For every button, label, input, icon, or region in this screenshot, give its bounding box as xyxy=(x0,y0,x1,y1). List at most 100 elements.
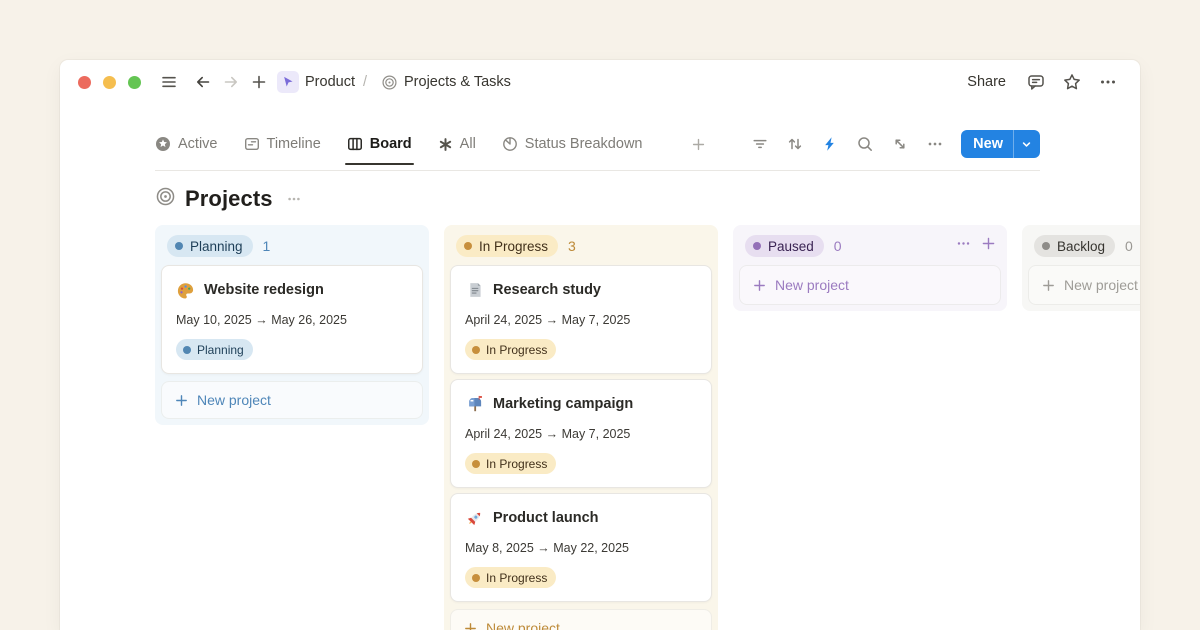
more-options-icon[interactable] xyxy=(1094,68,1122,96)
new-project-button[interactable]: New project xyxy=(161,381,423,419)
column-add-icon[interactable] xyxy=(980,235,997,257)
workspace-icon[interactable] xyxy=(277,71,299,93)
new-button[interactable]: New xyxy=(961,130,1040,158)
card-title: Marketing campaign xyxy=(493,396,633,412)
new-project-button[interactable]: New project xyxy=(1028,265,1140,305)
tab-board[interactable]: Board xyxy=(347,136,412,152)
card-status-badge: Planning xyxy=(176,339,253,360)
new-project-label: New project xyxy=(197,392,271,408)
search-icon[interactable] xyxy=(852,131,878,157)
share-button[interactable]: Share xyxy=(959,70,1014,94)
status-dot xyxy=(183,346,191,354)
project-card-marketing-campaign[interactable]: Marketing campaign April 24, 2025 → May … xyxy=(450,379,712,488)
tab-label: Status Breakdown xyxy=(525,136,643,152)
status-dot xyxy=(753,242,761,250)
page-title: Projects xyxy=(185,186,273,212)
view-tab-bar: Active Timeline Board All xyxy=(155,130,1040,171)
status-label: Backlog xyxy=(1057,239,1105,254)
status-badge: In Progress xyxy=(456,235,558,257)
tab-label: All xyxy=(460,136,476,152)
project-card-research-study[interactable]: Research study April 24, 2025 → May 7, 2… xyxy=(450,265,712,374)
new-project-label: New project xyxy=(486,620,560,630)
minimize-button[interactable] xyxy=(103,76,116,89)
card-title: Product launch xyxy=(493,510,599,526)
palette-emoji xyxy=(176,281,195,300)
expand-diagonal-icon[interactable] xyxy=(887,131,913,157)
chevron-down-icon[interactable] xyxy=(1013,130,1040,158)
rocket-emoji xyxy=(465,509,484,528)
sidebar-menu-icon[interactable] xyxy=(155,68,183,96)
plus-icon xyxy=(752,278,767,293)
board-column-planning: Planning 1 Website redesign May 10, 2025… xyxy=(155,225,429,425)
column-header[interactable]: Backlog 0 xyxy=(1028,231,1140,261)
title-more-icon[interactable] xyxy=(285,190,303,208)
new-project-button[interactable]: New project xyxy=(450,609,712,630)
tab-timeline[interactable]: Timeline xyxy=(244,136,321,152)
star-circle-icon xyxy=(155,136,171,152)
plus-icon xyxy=(1041,278,1056,293)
status-dot xyxy=(472,346,480,354)
tab-all[interactable]: All xyxy=(438,136,476,152)
timeline-view-icon xyxy=(244,136,260,152)
new-project-label: New project xyxy=(1064,277,1138,293)
favorite-star-icon[interactable] xyxy=(1058,68,1086,96)
status-label: In Progress xyxy=(486,343,547,357)
tab-status-breakdown[interactable]: Status Breakdown xyxy=(502,136,643,152)
status-dot xyxy=(1042,242,1050,250)
filter-icon[interactable] xyxy=(747,131,773,157)
sort-icon[interactable] xyxy=(782,131,808,157)
card-status-badge: In Progress xyxy=(465,453,556,474)
card-date-range: April 24, 2025 → May 7, 2025 xyxy=(465,313,697,328)
status-label: In Progress xyxy=(486,457,547,471)
board-column-backlog: Backlog 0 New project xyxy=(1022,225,1140,311)
app-window: Product / Projects & Tasks Share xyxy=(60,60,1140,630)
page-title-row: Projects xyxy=(155,186,1040,212)
automations-lightning-icon[interactable] xyxy=(817,131,843,157)
back-arrow-icon[interactable] xyxy=(189,68,217,96)
status-dot xyxy=(472,574,480,582)
forward-arrow-icon[interactable] xyxy=(217,68,245,96)
new-project-button[interactable]: New project xyxy=(739,265,1001,305)
status-label: In Progress xyxy=(486,571,547,585)
card-date-range: May 10, 2025 → May 26, 2025 xyxy=(176,313,408,328)
view-more-icon[interactable] xyxy=(922,131,948,157)
plus-icon xyxy=(174,393,189,408)
card-title: Website redesign xyxy=(204,282,324,298)
column-count: 0 xyxy=(834,238,842,254)
new-button-label: New xyxy=(961,136,1013,152)
pie-chart-icon xyxy=(502,136,518,152)
close-button[interactable] xyxy=(78,76,91,89)
comments-icon[interactable] xyxy=(1022,68,1050,96)
status-badge: Planning xyxy=(167,235,253,257)
status-dot xyxy=(472,460,480,468)
column-header[interactable]: In Progress 3 xyxy=(450,231,712,261)
bookmark-tabs-emoji xyxy=(465,281,484,300)
column-count: 3 xyxy=(568,238,576,254)
column-header[interactable]: Paused 0 xyxy=(739,231,1001,261)
view-toolbar: New xyxy=(747,130,1040,158)
column-more-icon[interactable] xyxy=(955,235,972,257)
new-project-label: New project xyxy=(775,277,849,293)
column-header[interactable]: Planning 1 xyxy=(161,231,423,261)
zoom-button[interactable] xyxy=(128,76,141,89)
plus-icon xyxy=(463,621,478,630)
board-view-icon xyxy=(347,136,363,152)
tab-active[interactable]: Active xyxy=(155,136,218,152)
column-count: 0 xyxy=(1125,238,1133,254)
project-card-website-redesign[interactable]: Website redesign May 10, 2025 → May 26, … xyxy=(161,265,423,374)
status-label: Planning xyxy=(197,343,244,357)
board-column-paused: Paused 0 New project xyxy=(733,225,1007,311)
status-dot xyxy=(175,242,183,250)
asterisk-icon xyxy=(438,137,453,152)
breadcrumb-workspace[interactable]: Product xyxy=(305,74,355,90)
card-date-range: April 24, 2025 → May 7, 2025 xyxy=(465,427,697,442)
breadcrumb-separator: / xyxy=(363,74,367,90)
projects-target-icon xyxy=(155,186,176,212)
project-card-product-launch[interactable]: Product launch May 8, 2025 → May 22, 202… xyxy=(450,493,712,602)
breadcrumb-page-title[interactable]: Projects & Tasks xyxy=(404,74,511,90)
status-badge: Paused xyxy=(745,235,824,257)
tab-label: Timeline xyxy=(267,136,321,152)
new-page-plus-icon[interactable] xyxy=(245,68,273,96)
add-view-icon[interactable] xyxy=(690,136,707,153)
status-label: Paused xyxy=(768,239,814,254)
